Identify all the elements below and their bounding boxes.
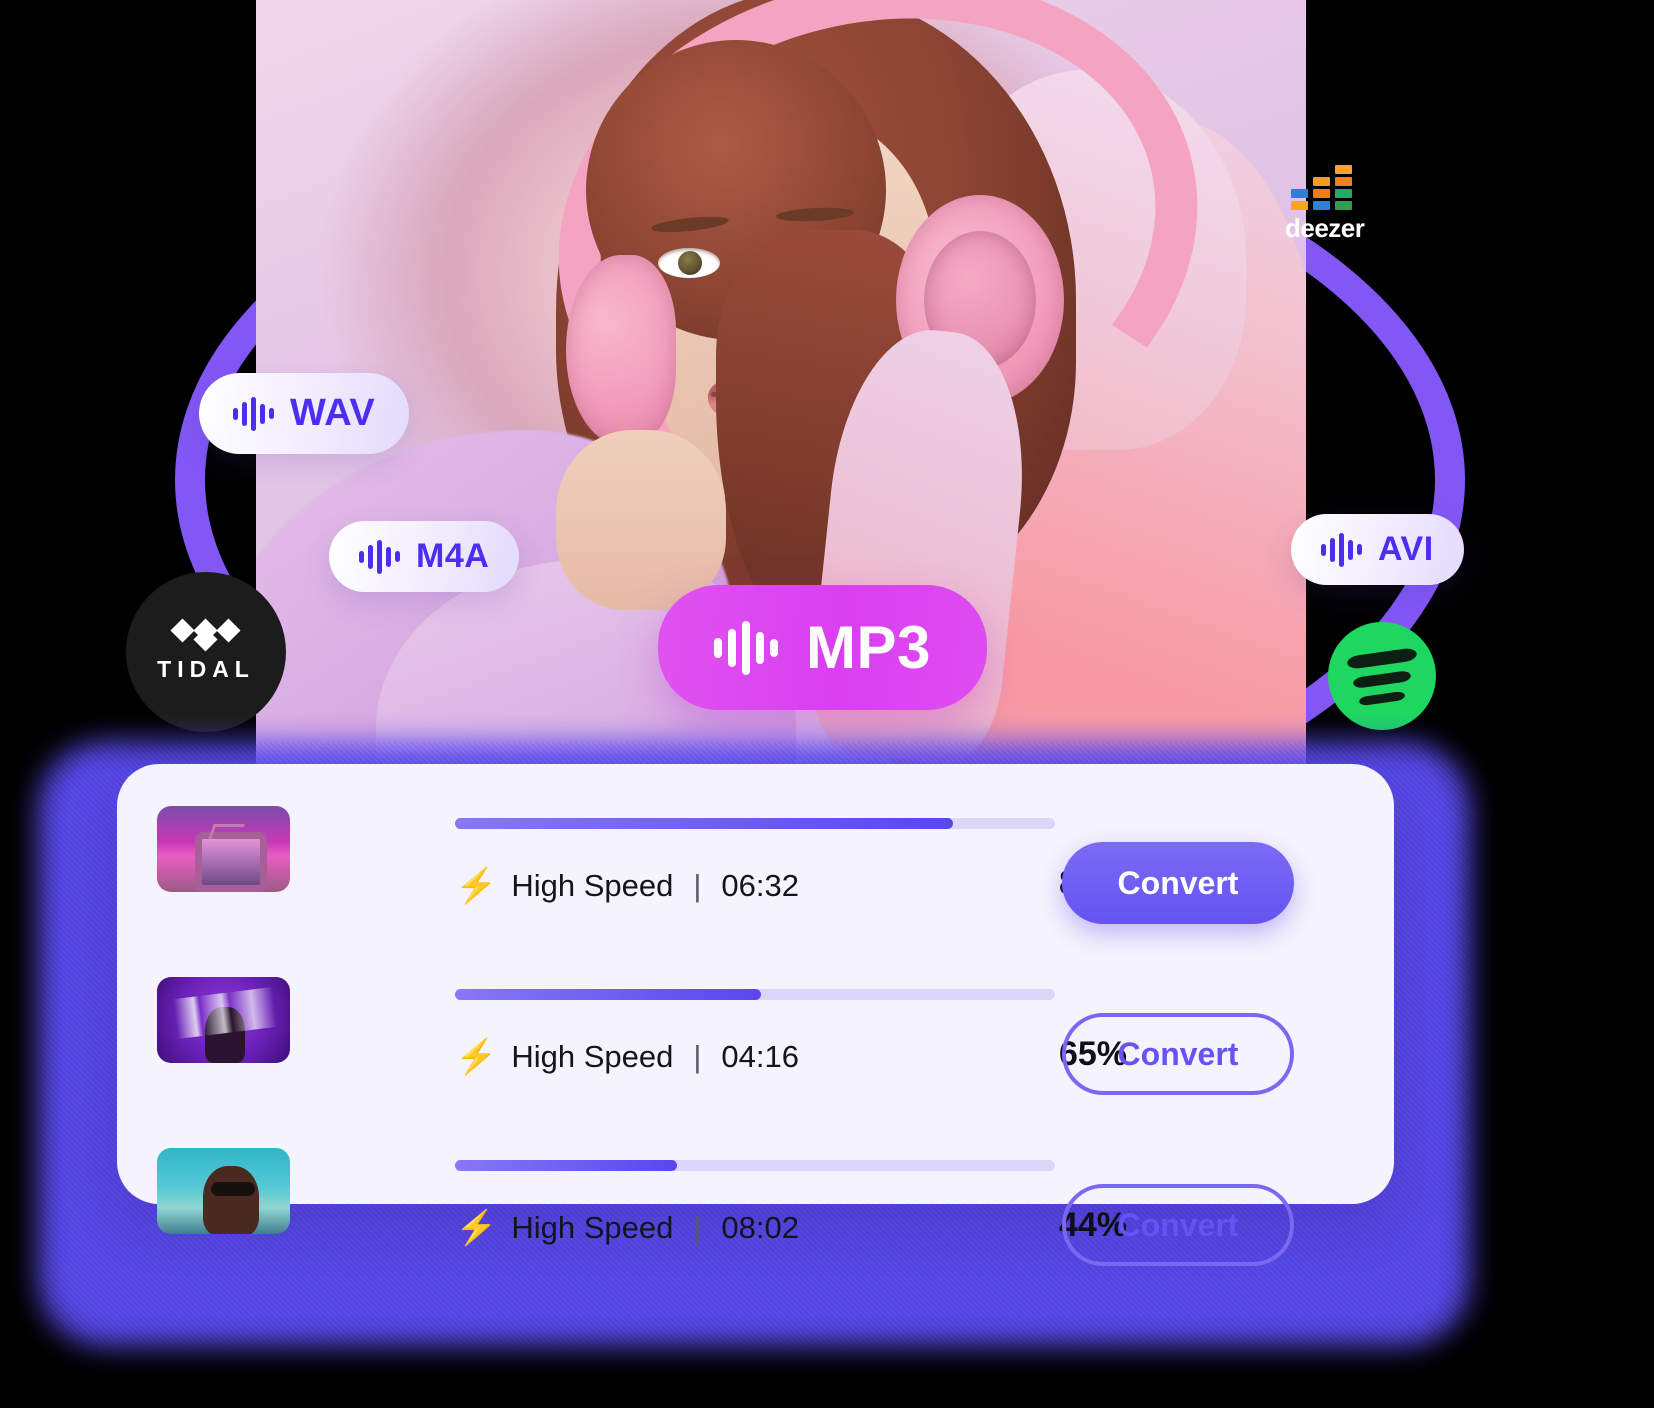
progress-track xyxy=(455,989,1055,1000)
track-thumbnail[interactable] xyxy=(157,1148,290,1234)
lightning-bolt-icon: ⚡ xyxy=(455,867,498,905)
deezer-wordmark: deezer xyxy=(1285,213,1365,243)
track-meta: ⚡ High Speed | 06:32 xyxy=(455,868,799,904)
speed-label: High Speed xyxy=(511,1210,674,1245)
converter-panel: ⚡High Speed|06:3280%Convert⚡High Speed|0… xyxy=(117,764,1394,1266)
format-badge-m4a-label: M4A xyxy=(416,537,490,575)
deezer-bar xyxy=(1291,189,1308,198)
duration-label: 08:02 xyxy=(721,1210,799,1245)
track-meta: ⚡ High Speed | 08:02 xyxy=(455,1210,799,1246)
format-badge-wav[interactable]: WAV xyxy=(199,373,410,454)
speed-label: High Speed xyxy=(511,868,674,903)
lightning-bolt-icon: ⚡ xyxy=(455,1038,498,1076)
duration-label: 06:32 xyxy=(721,868,799,903)
format-badge-avi-label: AVI xyxy=(1378,530,1434,568)
meta-separator: | xyxy=(693,1039,702,1074)
track-thumbnail[interactable] xyxy=(157,977,290,1063)
waveform-icon xyxy=(233,396,274,431)
waveform-icon xyxy=(359,539,400,574)
deezer-bar xyxy=(1335,165,1352,174)
deezer-bar xyxy=(1313,201,1330,210)
conversion-row: ⚡High Speed|06:3280%Convert xyxy=(117,806,1394,933)
deezer-icon xyxy=(1291,165,1353,211)
iris-left xyxy=(678,251,702,275)
convert-button[interactable]: Convert xyxy=(1062,1184,1294,1266)
progress-fill xyxy=(455,1160,677,1171)
speed-label: High Speed xyxy=(511,1039,674,1074)
tidal-icon xyxy=(170,617,241,652)
waveform-icon xyxy=(714,620,778,675)
format-badge-wav-label: WAV xyxy=(290,392,376,434)
deezer-bar xyxy=(1335,201,1352,210)
headphone-cup-left xyxy=(566,255,676,445)
format-badge-m4a[interactable]: M4A xyxy=(329,521,520,592)
spotify-logo xyxy=(1328,622,1436,730)
convert-button[interactable]: Convert xyxy=(1062,842,1294,924)
meta-separator: | xyxy=(693,1210,702,1245)
eye-left xyxy=(658,248,720,278)
track-thumbnail[interactable] xyxy=(157,806,290,892)
promo-graphic: deezer WAV M4A AVI MP3 TIDAL ⚡ High Speed… xyxy=(0,0,1654,1408)
meta-separator: | xyxy=(693,868,702,903)
lightning-bolt-icon: ⚡ xyxy=(455,1209,498,1247)
deezer-bar xyxy=(1313,177,1330,186)
progress-fill xyxy=(455,818,953,829)
waveform-icon xyxy=(1321,532,1362,567)
deezer-logo: deezer xyxy=(1283,165,1413,251)
convert-button[interactable]: Convert xyxy=(1062,1013,1294,1095)
duration-label: 04:16 xyxy=(721,1039,799,1074)
progress-fill xyxy=(455,989,761,1000)
deezer-bar xyxy=(1335,189,1352,198)
format-badge-mp3-label: MP3 xyxy=(806,614,931,681)
deezer-bar xyxy=(1335,177,1352,186)
deezer-bar xyxy=(1291,201,1308,210)
deezer-bar xyxy=(1313,189,1330,198)
format-badge-mp3[interactable]: MP3 xyxy=(658,585,987,710)
tidal-logo: TIDAL xyxy=(126,572,286,732)
hand-left xyxy=(556,430,726,610)
progress-track xyxy=(455,1160,1055,1171)
track-meta: ⚡ High Speed | 04:16 xyxy=(455,1039,799,1075)
conversion-row: ⚡ High Speed | 04:16 65% Convert xyxy=(117,977,1394,1104)
tidal-wordmark: TIDAL xyxy=(157,655,255,682)
format-badge-avi[interactable]: AVI xyxy=(1291,514,1464,585)
progress-track xyxy=(455,818,1055,829)
conversion-row: ⚡ High Speed | 08:02 44% Convert xyxy=(117,1148,1394,1275)
